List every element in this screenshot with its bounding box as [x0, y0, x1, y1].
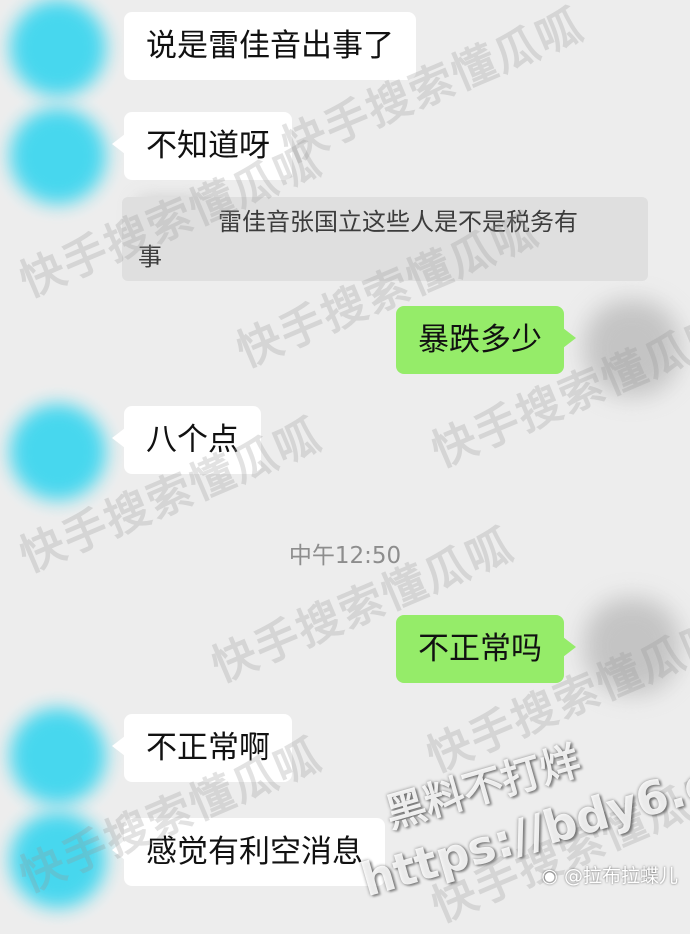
message-bubble-incoming[interactable]: 不知道呀	[112, 112, 292, 180]
quoted-message[interactable]: 雷佳音张国立这些人是不是税务有 事	[122, 197, 648, 281]
message-bubble-outgoing[interactable]: 不正常吗	[396, 615, 576, 683]
self-avatar[interactable]	[584, 300, 680, 396]
source-credit: ◉ @拉布拉蝶儿	[541, 865, 678, 887]
contact-avatar[interactable]	[10, 708, 106, 804]
contact-avatar[interactable]	[10, 404, 106, 500]
message-bubble-incoming[interactable]: 不正常啊	[112, 714, 292, 782]
promo-overlay-title: 黑料不打烊	[380, 738, 586, 838]
quoted-message-line: 雷佳音张国立这些人是不是税务有	[218, 208, 578, 236]
message-bubble-incoming[interactable]: 说是雷佳音出事了	[124, 12, 416, 80]
quoted-message-line: 事	[138, 243, 162, 271]
message-bubble-incoming[interactable]: 感觉有利空消息	[112, 818, 385, 886]
watermark-text: 快手搜索懂瓜呱	[424, 759, 690, 933]
message-bubble-outgoing[interactable]: 暴跌多少	[396, 306, 576, 374]
contact-avatar[interactable]	[10, 108, 106, 204]
message-bubble-incoming[interactable]: 八个点	[112, 406, 261, 474]
timestamp: 中午12:50	[288, 543, 402, 569]
contact-avatar[interactable]	[10, 0, 106, 96]
self-avatar[interactable]	[584, 598, 680, 694]
weibo-icon: ◉	[541, 865, 558, 887]
